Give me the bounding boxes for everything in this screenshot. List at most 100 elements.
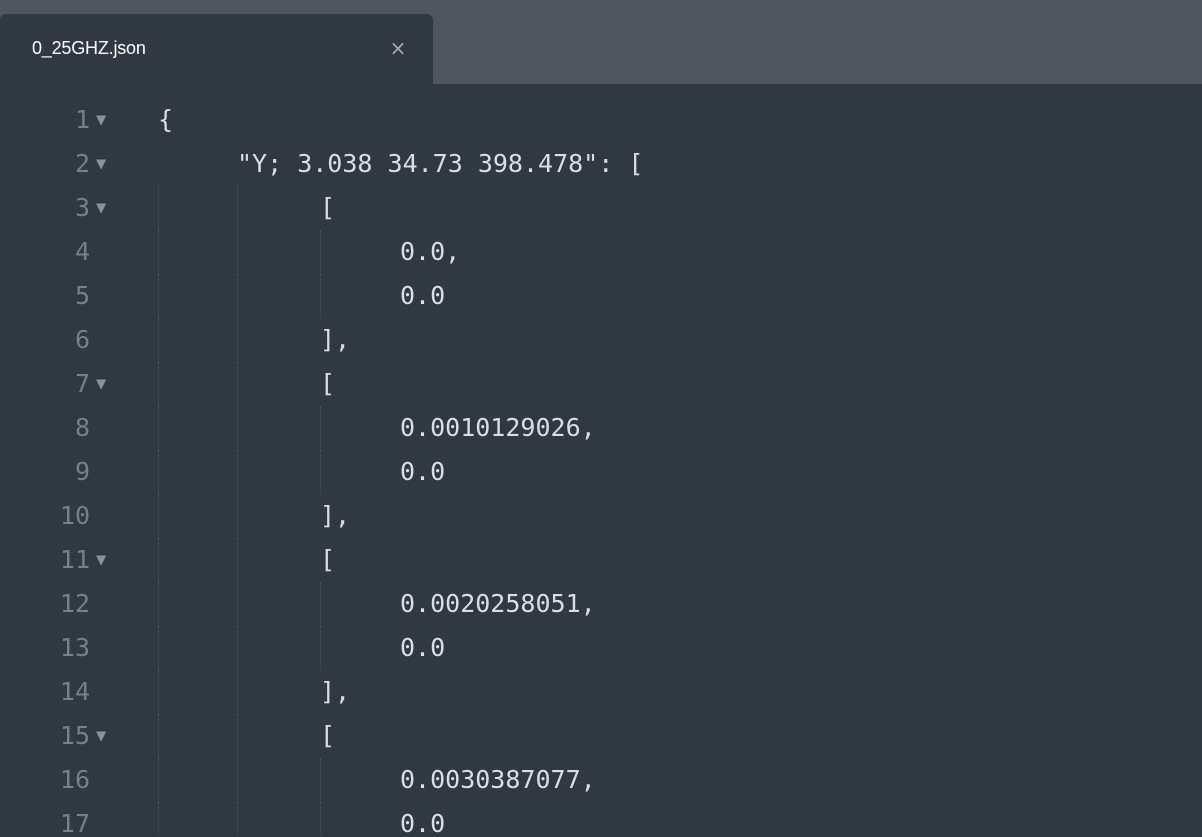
- indent-guide: [237, 758, 238, 802]
- indent-guide: [158, 538, 159, 582]
- close-icon[interactable]: ×: [378, 24, 418, 72]
- line-number: 16: [59, 765, 90, 794]
- code-text: 0.0: [400, 457, 446, 486]
- fold-arrow-icon[interactable]: ▼: [96, 142, 116, 186]
- line-number: 6: [74, 325, 90, 354]
- code-text: ],: [320, 677, 351, 706]
- code-line[interactable]: 11 ▼ [: [0, 538, 1202, 582]
- indent-guide: [158, 274, 159, 318]
- indent-guide: [158, 582, 159, 626]
- indent-guide: [320, 626, 321, 670]
- line-number: 12: [59, 589, 90, 618]
- code-text: 0.0020258051,: [400, 589, 596, 618]
- indent-guide: [320, 406, 321, 450]
- code-line[interactable]: 14],: [0, 670, 1202, 714]
- fold-arrow-icon[interactable]: ▼: [96, 714, 116, 758]
- code-line[interactable]: 13 0.0: [0, 626, 1202, 670]
- code-line[interactable]: 6],: [0, 318, 1202, 362]
- indent-guide: [237, 670, 238, 714]
- indent-guide: [237, 626, 238, 670]
- line-number: 17: [59, 809, 90, 837]
- code-text: 0.0010129026,: [400, 413, 596, 442]
- code-editor[interactable]: 1 ▼{2 ▼ "Y; 3.038 34.73 398.478": [3 ▼[4 0.0,…: [0, 100, 1202, 837]
- code-line[interactable]: 12 0.0020258051,: [0, 582, 1202, 626]
- code-text: [: [320, 193, 336, 222]
- line-number: 13: [59, 633, 90, 662]
- line-number: 5: [74, 281, 90, 310]
- indent-guide: [237, 318, 238, 362]
- line-number: 3: [74, 193, 90, 222]
- line-number: 4: [74, 237, 90, 266]
- code-line[interactable]: 1 ▼ {: [0, 100, 1202, 142]
- code-text: ],: [320, 501, 351, 530]
- indent-guide: [237, 362, 238, 406]
- code-text: {: [158, 105, 174, 134]
- code-line[interactable]: 7 ▼ [: [0, 362, 1202, 406]
- indent-guide: [320, 274, 321, 318]
- code-text: ],: [320, 325, 351, 354]
- tab-active-file[interactable]: 0_25GHZ.json ×: [0, 14, 433, 84]
- line-number: 7: [74, 369, 90, 398]
- code-line[interactable]: 10],: [0, 494, 1202, 538]
- indent-guide: [320, 582, 321, 626]
- code-text: "Y; 3.038 34.73 398.478": [: [237, 149, 644, 178]
- line-number: 15: [59, 721, 90, 750]
- indent-guide: [158, 362, 159, 406]
- indent-guide: [237, 538, 238, 582]
- indent-guide: [158, 670, 159, 714]
- indent-guide: [237, 186, 238, 230]
- code-text: [: [320, 545, 336, 574]
- code-line[interactable]: 16 0.0030387077,: [0, 758, 1202, 802]
- code-line[interactable]: 4 0.0,: [0, 230, 1202, 274]
- code-line[interactable]: 9 0.0: [0, 450, 1202, 494]
- line-number: 14: [59, 677, 90, 706]
- indent-guide: [237, 230, 238, 274]
- indent-guide: [320, 450, 321, 494]
- indent-guide: [237, 494, 238, 538]
- indent-guide: [237, 582, 238, 626]
- indent-guide: [158, 186, 159, 230]
- indent-guide: [237, 274, 238, 318]
- indent-guide: [320, 758, 321, 802]
- indent-guide: [158, 714, 159, 758]
- indent-guide: [158, 758, 159, 802]
- code-text: [: [320, 721, 336, 750]
- code-line[interactable]: 5 0.0: [0, 274, 1202, 318]
- indent-guide: [320, 230, 321, 274]
- code-line[interactable]: 8 0.0010129026,: [0, 406, 1202, 450]
- indent-guide: [158, 450, 159, 494]
- indent-guide: [237, 714, 238, 758]
- code-text: 0.0,: [400, 237, 461, 266]
- indent-guide: [158, 802, 159, 837]
- code-line[interactable]: 15 ▼ [: [0, 714, 1202, 758]
- line-number: 9: [74, 457, 90, 486]
- tab-bar: 0_25GHZ.json ×: [0, 0, 1202, 84]
- line-number: 8: [74, 413, 90, 442]
- code-line[interactable]: 17 0.0: [0, 802, 1202, 837]
- indent-guide: [158, 626, 159, 670]
- indent-guide: [237, 450, 238, 494]
- code-line[interactable]: 2 ▼ "Y; 3.038 34.73 398.478": [: [0, 142, 1202, 186]
- code-text: 0.0: [400, 809, 446, 837]
- indent-guide: [158, 318, 159, 362]
- fold-arrow-icon[interactable]: ▼: [96, 100, 116, 142]
- code-text: 0.0030387077,: [400, 765, 596, 794]
- indent-guide: [237, 802, 238, 837]
- indent-guide: [320, 802, 321, 837]
- line-number: 2: [74, 149, 90, 178]
- code-text: 0.0: [400, 633, 446, 662]
- line-number: 11: [59, 545, 90, 574]
- code-text: [: [320, 369, 336, 398]
- code-text: 0.0: [400, 281, 446, 310]
- fold-arrow-icon[interactable]: ▼: [96, 538, 116, 582]
- line-number: 10: [59, 501, 90, 530]
- indent-guide: [158, 494, 159, 538]
- tab-title: 0_25GHZ.json: [32, 38, 146, 58]
- fold-arrow-icon[interactable]: ▼: [96, 362, 116, 406]
- line-number: 1: [74, 105, 90, 134]
- indent-guide: [237, 406, 238, 450]
- indent-guide: [158, 406, 159, 450]
- fold-arrow-icon[interactable]: ▼: [96, 186, 116, 230]
- code-line[interactable]: 3 ▼ [: [0, 186, 1202, 230]
- indent-guide: [158, 230, 159, 274]
